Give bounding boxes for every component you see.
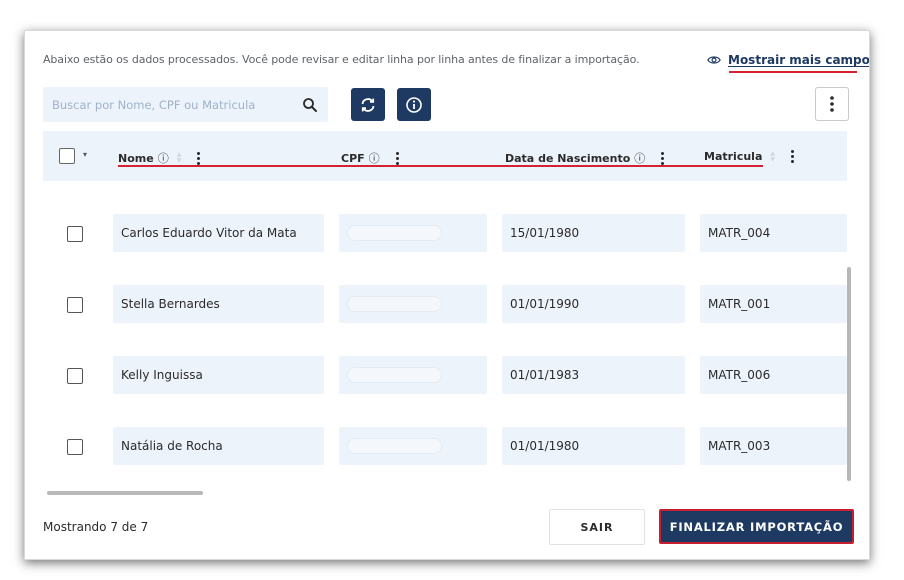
column-header-data-nascimento[interactable]: Data de Nascimento ⓘ xyxy=(505,150,665,166)
help-circle-icon[interactable]: ⓘ xyxy=(369,150,380,166)
eye-icon xyxy=(707,56,721,64)
cell-cpf[interactable] xyxy=(339,427,487,465)
show-more-fields-label: Mostrair mais campos xyxy=(728,53,870,67)
kebab-menu-icon[interactable] xyxy=(791,150,794,163)
kebab-menu-icon[interactable] xyxy=(197,151,201,165)
show-more-fields-link[interactable]: Mostrair mais campos xyxy=(707,53,870,67)
cell-nascimento[interactable]: 15/01/1980 xyxy=(502,214,685,252)
kebab-menu-icon xyxy=(830,96,834,112)
cell-matricula[interactable]: MATR_003 xyxy=(700,427,847,465)
info-icon xyxy=(406,96,422,113)
cell-matricula[interactable]: MATR_004 xyxy=(700,214,847,252)
row-checkbox[interactable] xyxy=(67,439,83,455)
horizontal-scrollbar-thumb[interactable] xyxy=(47,491,203,495)
search-box[interactable] xyxy=(43,87,328,122)
row-checkbox[interactable] xyxy=(67,368,83,384)
table-header: ▾ Nome ⓘ ▲ ▼ CPF ⓘ Data de Nascimento ⓘ M… xyxy=(43,131,847,181)
table-options-button[interactable] xyxy=(815,87,849,121)
column-header-nome[interactable]: Nome ⓘ ▲ ▼ xyxy=(118,150,201,166)
cell-matricula[interactable]: MATR_001 xyxy=(700,285,847,323)
search-icon[interactable] xyxy=(302,97,318,113)
table-row[interactable]: Natália de Rocha 01/01/1980 MATR_003 xyxy=(43,427,847,467)
cell-nascimento[interactable]: 01/01/1980 xyxy=(502,427,685,465)
cell-nome[interactable]: Kelly Inguissa xyxy=(113,356,324,394)
column-label: Data de Nascimento xyxy=(505,151,631,165)
cell-cpf[interactable] xyxy=(339,285,487,323)
sort-icon[interactable]: ▲ ▼ xyxy=(770,150,775,163)
highlight-underline xyxy=(729,71,857,73)
refresh-button[interactable] xyxy=(351,88,385,121)
column-label: CPF xyxy=(341,151,365,165)
cell-nascimento[interactable]: 01/01/1990 xyxy=(502,285,685,323)
cell-nome[interactable]: Natália de Rocha xyxy=(113,427,324,465)
record-count: Mostrando 7 de 7 xyxy=(43,520,149,534)
cell-matricula[interactable]: MATR_006 xyxy=(700,356,847,394)
table-body: Carlos Eduardo Vitor da Mata 15/01/1980 … xyxy=(43,181,847,487)
help-circle-icon[interactable]: ⓘ xyxy=(158,150,169,166)
cell-nome[interactable]: Carlos Eduardo Vitor da Mata xyxy=(113,214,324,252)
import-review-panel: Abaixo estão os dados processados. Você … xyxy=(24,30,870,560)
kebab-menu-icon[interactable] xyxy=(395,151,399,165)
column-label: Nome xyxy=(118,151,154,165)
column-header-cpf[interactable]: CPF ⓘ xyxy=(341,150,399,166)
redacted-value xyxy=(347,438,442,454)
select-all-checkbox[interactable] xyxy=(59,148,75,164)
refresh-icon xyxy=(361,97,375,112)
intro-text: Abaixo estão os dados processados. Você … xyxy=(43,53,640,66)
cell-cpf[interactable] xyxy=(339,214,487,252)
exit-button[interactable]: SAIR xyxy=(549,509,645,545)
redacted-value xyxy=(347,225,442,241)
finalize-import-button[interactable]: FINALIZAR IMPORTAÇÃO xyxy=(659,509,854,544)
table-row[interactable]: Stella Bernardes 01/01/1990 MATR_001 xyxy=(43,285,847,325)
redacted-value xyxy=(347,296,442,312)
table-row[interactable]: Carlos Eduardo Vitor da Mata 15/01/1980 … xyxy=(43,214,847,254)
vertical-scrollbar-thumb[interactable] xyxy=(847,267,851,481)
search-input[interactable] xyxy=(52,97,302,112)
row-checkbox[interactable] xyxy=(67,226,83,242)
redacted-value xyxy=(347,367,442,383)
column-label: Matricula xyxy=(704,150,763,163)
kebab-menu-icon[interactable] xyxy=(661,151,665,165)
info-button[interactable] xyxy=(397,88,431,121)
cell-cpf[interactable] xyxy=(339,356,487,394)
highlight-underline xyxy=(118,165,763,167)
cell-nascimento[interactable]: 01/01/1983 xyxy=(502,356,685,394)
row-checkbox[interactable] xyxy=(67,297,83,313)
help-circle-icon[interactable]: ⓘ xyxy=(634,150,645,166)
cell-nome[interactable]: Stella Bernardes xyxy=(113,285,324,323)
column-header-matricula[interactable]: Matricula ▲ ▼ xyxy=(704,150,794,163)
table-row[interactable]: Kelly Inguissa 01/01/1983 MATR_006 xyxy=(43,356,847,396)
chevron-down-icon[interactable]: ▾ xyxy=(83,150,87,159)
sort-icon[interactable]: ▲ ▼ xyxy=(177,152,182,164)
